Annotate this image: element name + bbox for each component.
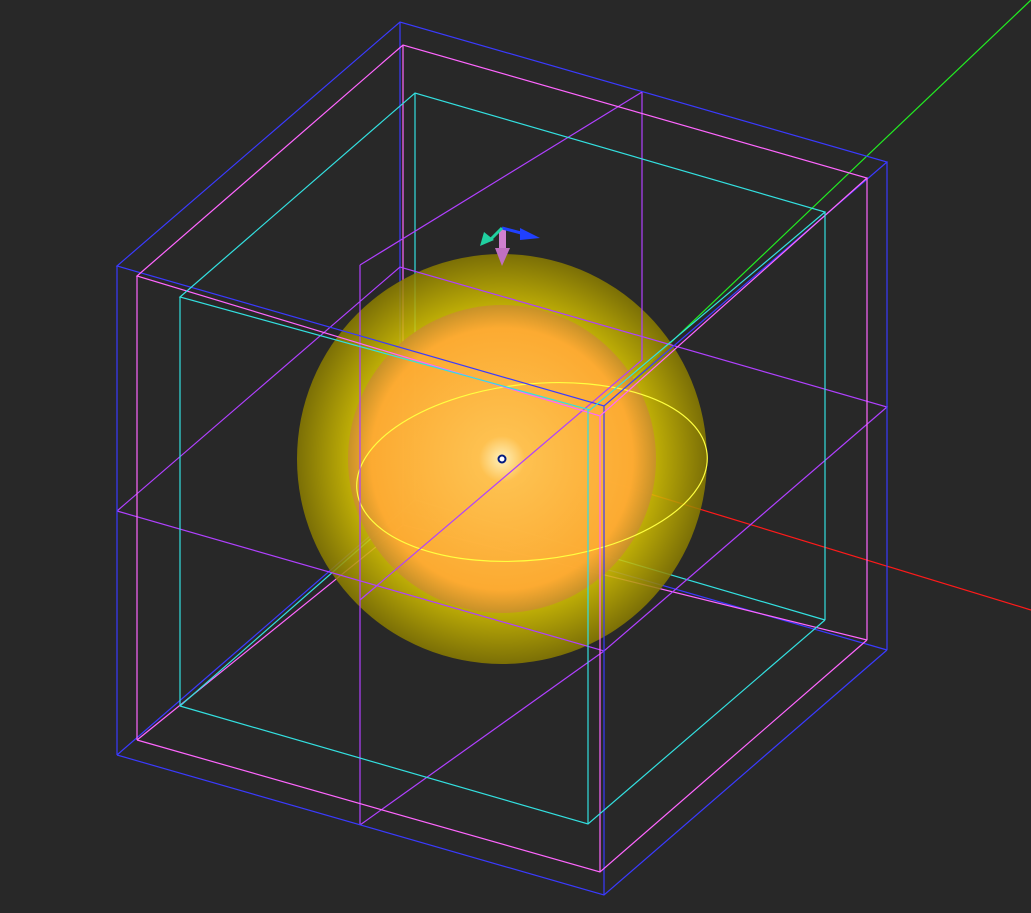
move-arrow-y-icon[interactable] — [480, 226, 504, 246]
pivot-point[interactable] — [497, 454, 507, 464]
scene[interactable] — [0, 0, 1031, 913]
3d-viewport[interactable] — [0, 0, 1031, 913]
move-arrow-x-icon[interactable] — [501, 226, 540, 240]
